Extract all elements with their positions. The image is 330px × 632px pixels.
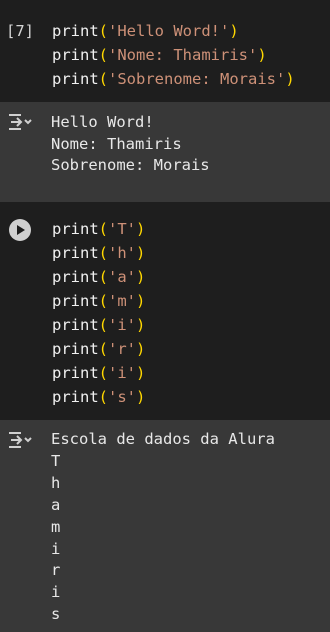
- output-toggle-icon[interactable]: [7, 112, 33, 132]
- code-line: print('a'): [52, 268, 146, 286]
- code-editor[interactable]: print('Hello Word!') print('Nome: Thamir…: [52, 19, 295, 91]
- code-line: print('m'): [52, 292, 146, 310]
- code-line: print('r'): [52, 340, 146, 358]
- output-area-2: Escola de dados da Alura T h a m i r i s: [0, 420, 330, 632]
- code-editor[interactable]: print('T') print('h') print('a') print('…: [52, 217, 145, 409]
- output-toggle-icon[interactable]: [7, 430, 33, 450]
- output-text: Escola de dados da Alura T h a m i r i s: [51, 430, 275, 624]
- code-line: print('Hello Word!'): [52, 22, 239, 40]
- code-line: print('T'): [52, 220, 146, 238]
- output-area-1: Hello Word! Nome: Thamiris Sobrenome: Mo…: [0, 102, 330, 202]
- execution-count: [7]: [6, 22, 34, 40]
- code-cell-1[interactable]: [7] print('Hello Word!') print('Nome: Th…: [0, 0, 330, 100]
- play-icon[interactable]: [9, 219, 31, 241]
- code-line: print('h'): [52, 244, 146, 262]
- code-cell-2[interactable]: print('T') print('h') print('a') print('…: [0, 202, 330, 418]
- code-line: print('Nome: Thamiris'): [52, 46, 267, 64]
- code-line: print('i'): [52, 364, 146, 382]
- code-line: print('i'): [52, 316, 146, 334]
- code-line: print('Sobrenome: Morais'): [52, 70, 295, 88]
- code-line: print('s'): [52, 388, 146, 406]
- output-text: Hello Word! Nome: Thamiris Sobrenome: Mo…: [51, 113, 210, 174]
